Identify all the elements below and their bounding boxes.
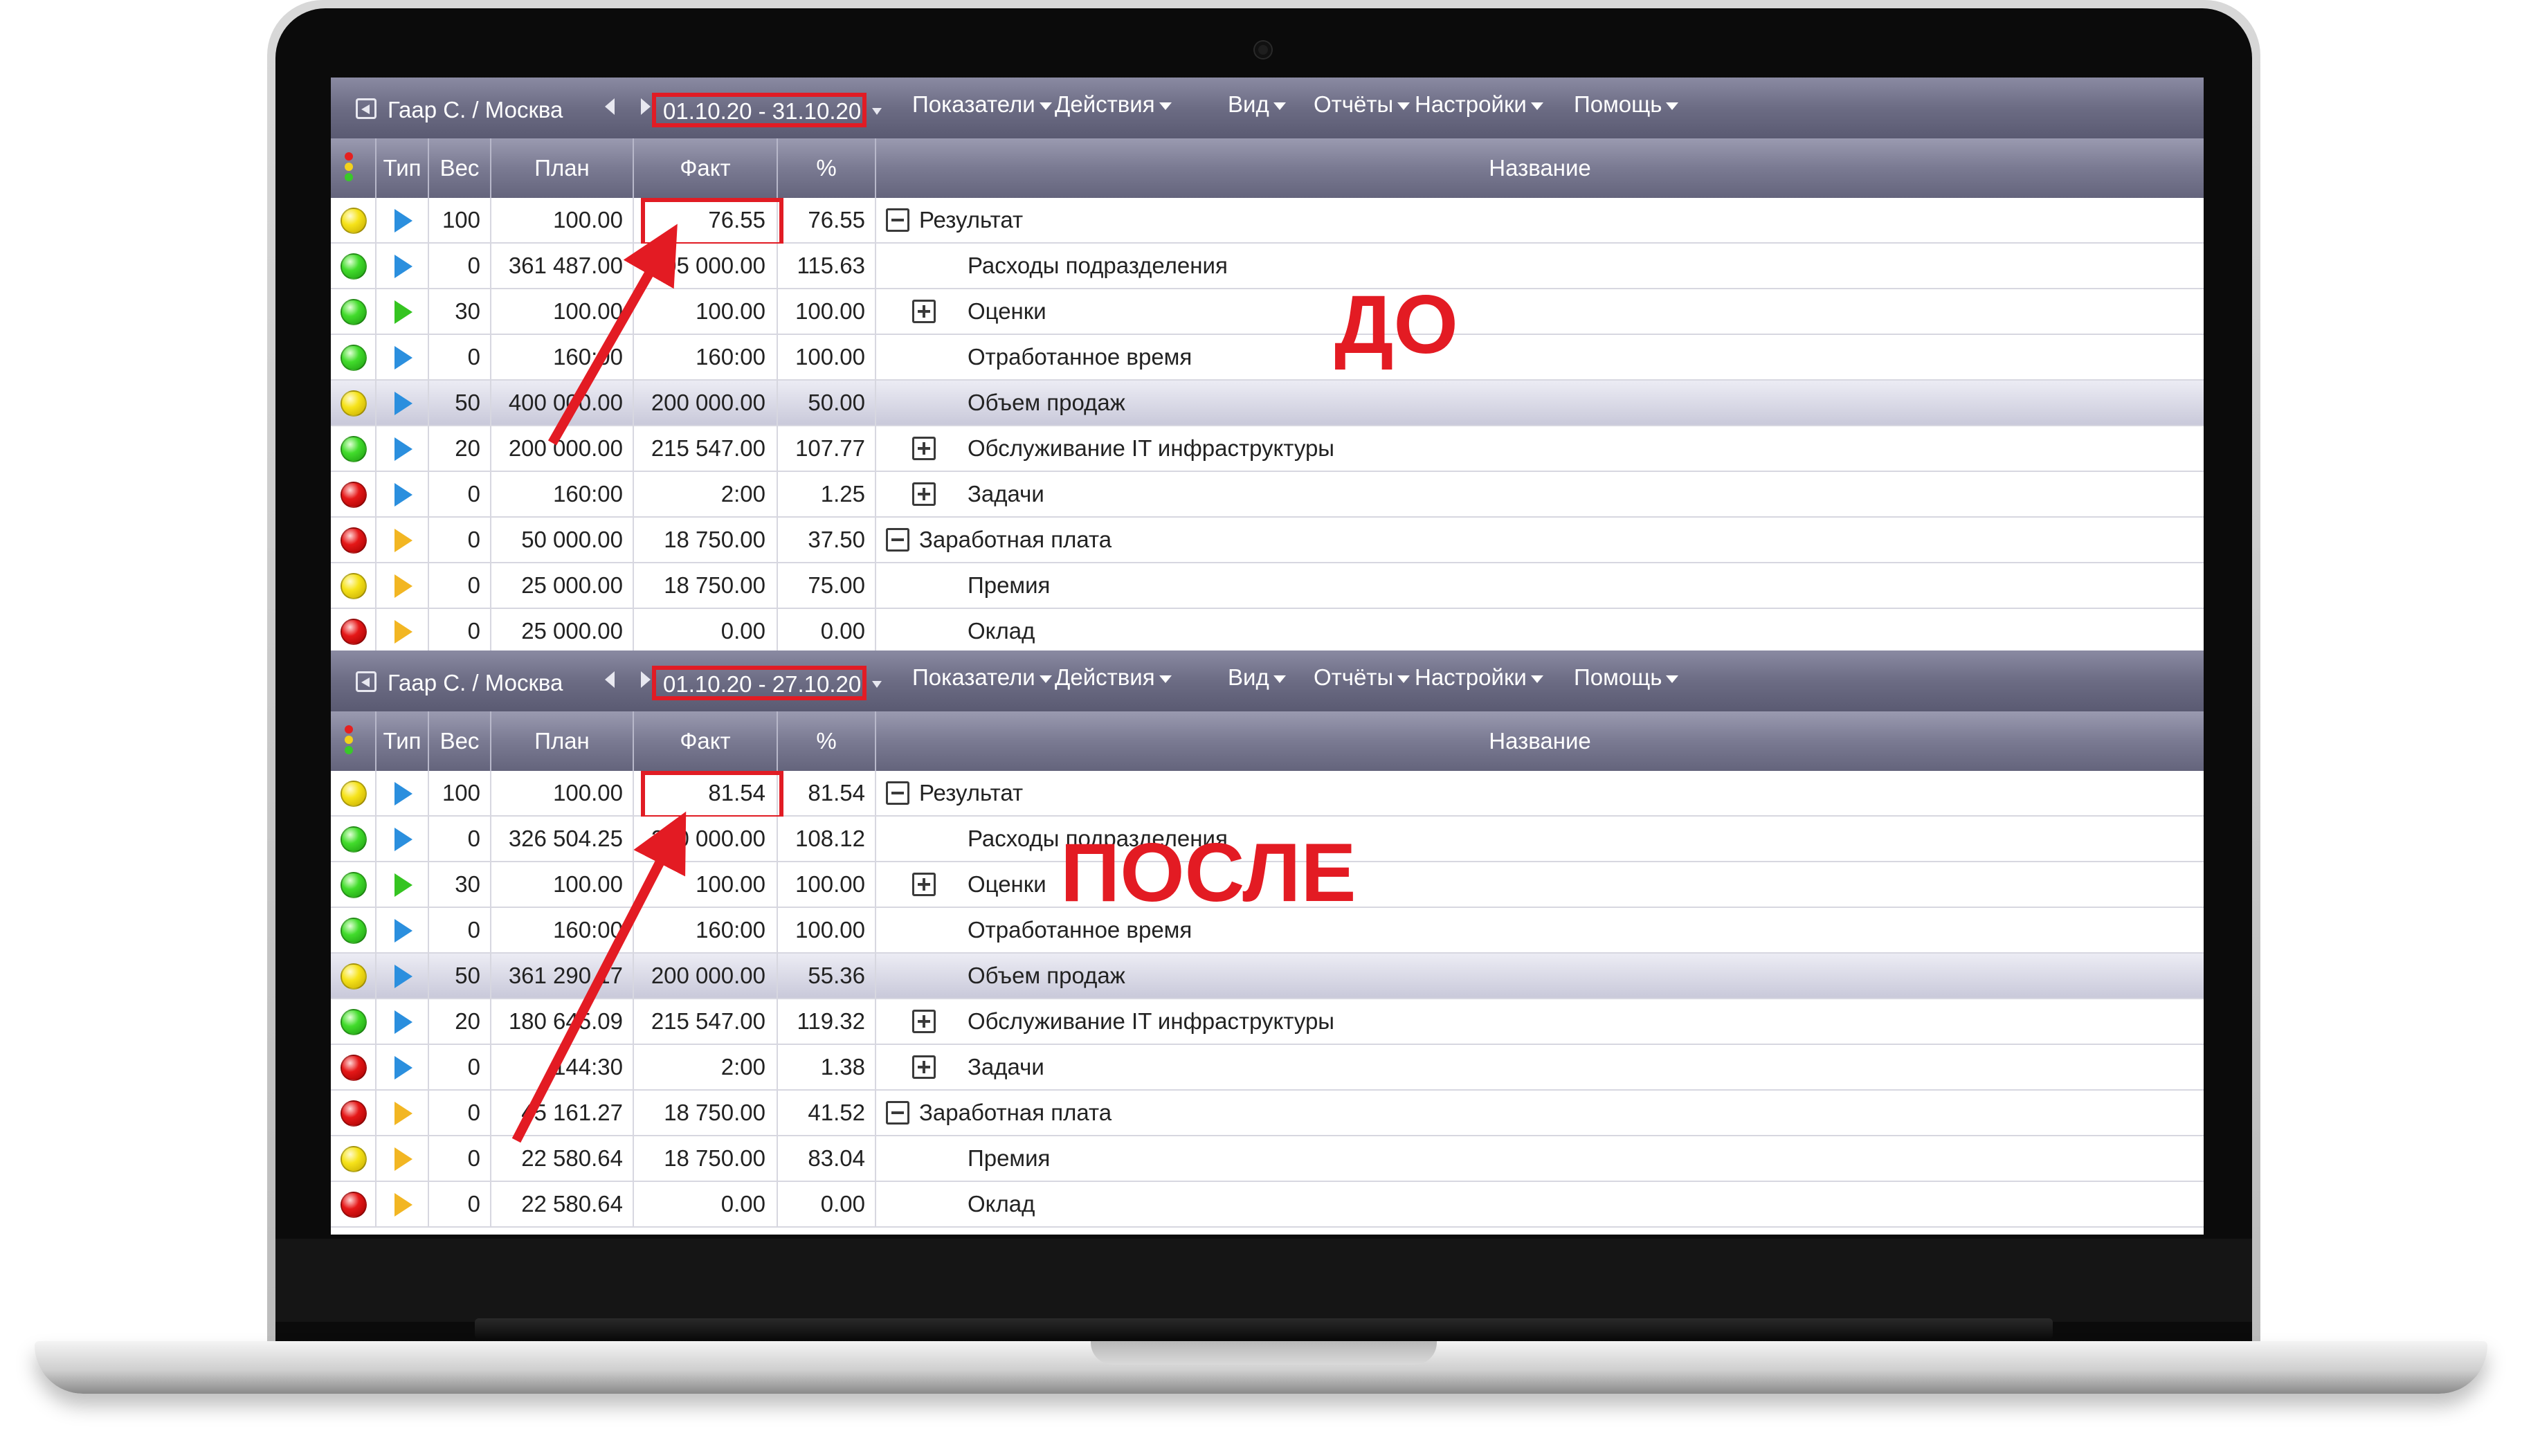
annotation-arrows — [511, 224, 687, 1143]
arrow-to-before-fact — [547, 224, 678, 446]
arrow-to-after-fact — [511, 811, 687, 1143]
